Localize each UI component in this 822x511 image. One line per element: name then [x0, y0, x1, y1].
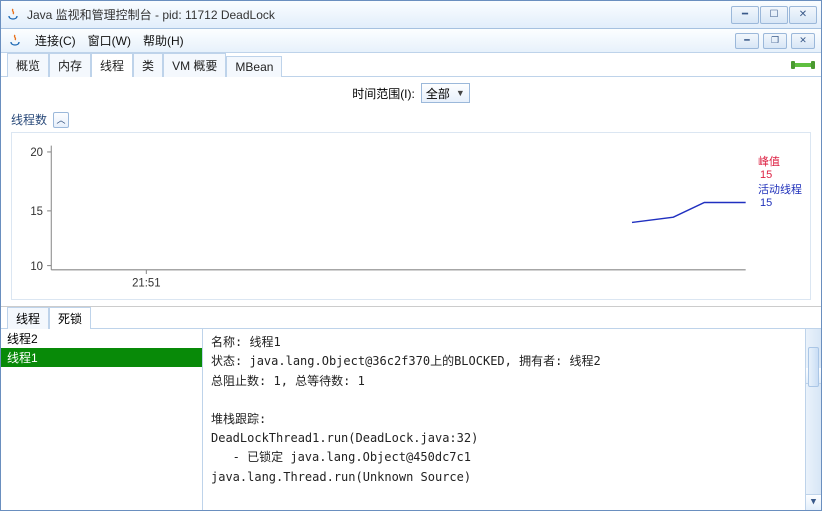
detail-blocked-value: 1,	[273, 374, 287, 388]
trace-line: DeadLockThread1.run(DeadLock.java:32)	[211, 431, 478, 445]
time-range-label: 时间范围(I):	[352, 85, 415, 102]
svg-text:21:51: 21:51	[132, 278, 160, 290]
collapse-toggle[interactable]: ︿	[53, 112, 69, 128]
legend-peak-value: 15	[760, 169, 808, 181]
thread-chart: 20 15 10 21:51	[12, 133, 756, 299]
thread-list[interactable]: 线程2 线程1	[1, 329, 203, 510]
detail-waited-label: 总等待数:	[295, 374, 350, 388]
bottom-body: 线程2 线程1 名称: 线程1 状态: java.lang.Object@36c…	[1, 329, 821, 510]
detail-state-label: 状态:	[211, 354, 242, 368]
svg-text:20: 20	[30, 147, 43, 159]
thread-detail: 名称: 线程1 状态: java.lang.Object@36c2f370上的B…	[203, 329, 821, 510]
mdi-restore-button[interactable]: ❐	[763, 33, 787, 49]
menu-window[interactable]: 窗口(W)	[82, 30, 137, 51]
chart-section-header: 线程数 ︿	[1, 109, 821, 130]
java-app-icon	[7, 33, 23, 49]
window-title: Java 监视和管理控制台 - pid: 11712 DeadLock	[27, 6, 731, 23]
list-item[interactable]: 线程1	[1, 348, 202, 367]
detail-name-label: 名称:	[211, 335, 242, 349]
java-icon	[5, 7, 21, 23]
bottom-tabbar: 线程 死锁	[1, 307, 821, 329]
window-controls: ━ ☐ ✕	[731, 6, 817, 24]
trace-line: - 已锁定 java.lang.Object@450dc7c1	[211, 450, 471, 464]
menu-connect[interactable]: 连接(C)	[29, 30, 82, 51]
tab-threads[interactable]: 线程	[91, 53, 133, 77]
scroll-thumb[interactable]	[808, 347, 819, 387]
time-range-row: 时间范围(I): 全部 ▼	[1, 77, 821, 109]
mdi-controls: ━ ❐ ✕	[735, 33, 815, 49]
svg-text:10: 10	[30, 261, 43, 273]
list-item[interactable]: 线程2	[1, 329, 202, 348]
chevron-down-icon: ▼	[456, 88, 465, 98]
bottom-tab-threads[interactable]: 线程	[7, 307, 49, 329]
minimize-button[interactable]: ━	[731, 6, 759, 24]
menubar: 连接(C) 窗口(W) 帮助(H) ━ ❐ ✕	[1, 29, 821, 53]
time-range-combo[interactable]: 全部 ▼	[421, 83, 470, 103]
thread-chart-panel: 20 15 10 21:51 峰值 15 活动线程 15	[11, 132, 811, 300]
tab-vm-summary[interactable]: VM 概要	[163, 53, 226, 77]
bottom-panel: 线程 死锁 线程2 线程1 名称: 线程1 状态: java.lang.Obje…	[1, 306, 821, 510]
time-range-value: 全部	[426, 85, 450, 102]
mdi-close-button[interactable]: ✕	[791, 33, 815, 49]
main-window: Java 监视和管理控制台 - pid: 11712 DeadLock ━ ☐ …	[0, 0, 822, 511]
detail-state-value: java.lang.Object@36c2f370上的BLOCKED, 拥有者:…	[249, 354, 600, 368]
tab-overview[interactable]: 概览	[7, 53, 49, 77]
tab-mbean[interactable]: MBean	[226, 56, 282, 77]
detail-waited-value: 1	[358, 374, 365, 388]
maximize-button[interactable]: ☐	[760, 6, 788, 24]
legend-live-label: 活动线程	[758, 181, 808, 197]
close-button[interactable]: ✕	[789, 6, 817, 24]
top-tabbar: 概览 内存 线程 类 VM 概要 MBean	[1, 53, 821, 77]
detail-blocked-label: 总阻止数:	[211, 374, 266, 388]
vertical-scrollbar[interactable]: ▲ ▼	[805, 329, 821, 510]
legend-peak-label: 峰值	[758, 153, 808, 169]
tab-memory[interactable]: 内存	[49, 53, 91, 77]
content-area: 时间范围(I): 全部 ▼ 线程数 ︿ 20 15 10	[1, 77, 821, 510]
scroll-down-arrow-icon[interactable]: ▼	[806, 494, 821, 510]
detail-trace-label: 堆栈跟踪:	[211, 412, 266, 426]
chart-legend: 峰值 15 活动线程 15	[756, 133, 810, 299]
tab-classes[interactable]: 类	[133, 53, 163, 77]
chart-section-title: 线程数	[11, 111, 47, 128]
detail-name-value: 线程1	[249, 335, 280, 349]
trace-line: java.lang.Thread.run(Unknown Source)	[211, 470, 471, 484]
legend-live-value: 15	[760, 197, 808, 209]
connection-status-icon	[791, 58, 815, 72]
bottom-tab-deadlock[interactable]: 死锁	[49, 307, 91, 329]
titlebar: Java 监视和管理控制台 - pid: 11712 DeadLock ━ ☐ …	[1, 1, 821, 29]
svg-text:15: 15	[30, 206, 43, 218]
menu-help[interactable]: 帮助(H)	[137, 30, 190, 51]
mdi-minimize-button[interactable]: ━	[735, 33, 759, 49]
